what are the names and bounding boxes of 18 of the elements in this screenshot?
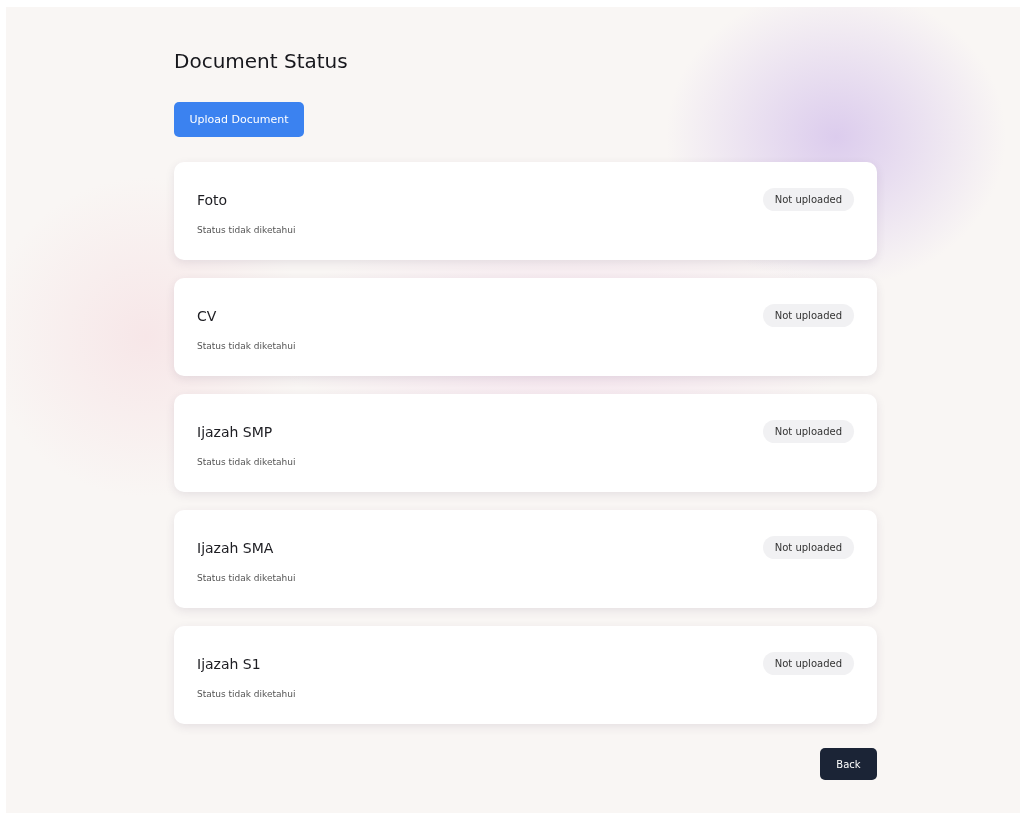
status-badge: Not uploaded	[762, 536, 854, 559]
page-title: Document Status	[174, 48, 349, 75]
document-name: Foto	[197, 191, 228, 208]
status-description: Status tidak diketahui	[197, 457, 297, 467]
back-button[interactable]: Back	[820, 748, 877, 780]
status-description: Status tidak diketahui	[197, 689, 297, 699]
status-description: Status tidak diketahui	[197, 573, 297, 583]
document-name: CV	[197, 307, 217, 324]
document-name: Ijazah S1	[197, 655, 261, 672]
status-badge: Not uploaded	[762, 420, 854, 443]
upload-document-button[interactable]: Upload Document	[174, 102, 304, 137]
status-description: Status tidak diketahui	[197, 341, 297, 351]
status-badge: Not uploaded	[762, 188, 854, 211]
status-badge: Not uploaded	[762, 304, 854, 327]
document-name: Ijazah SMP	[197, 423, 273, 440]
status-badge: Not uploaded	[762, 652, 854, 675]
status-description: Status tidak diketahui	[197, 225, 297, 235]
document-name: Ijazah SMA	[197, 539, 274, 556]
